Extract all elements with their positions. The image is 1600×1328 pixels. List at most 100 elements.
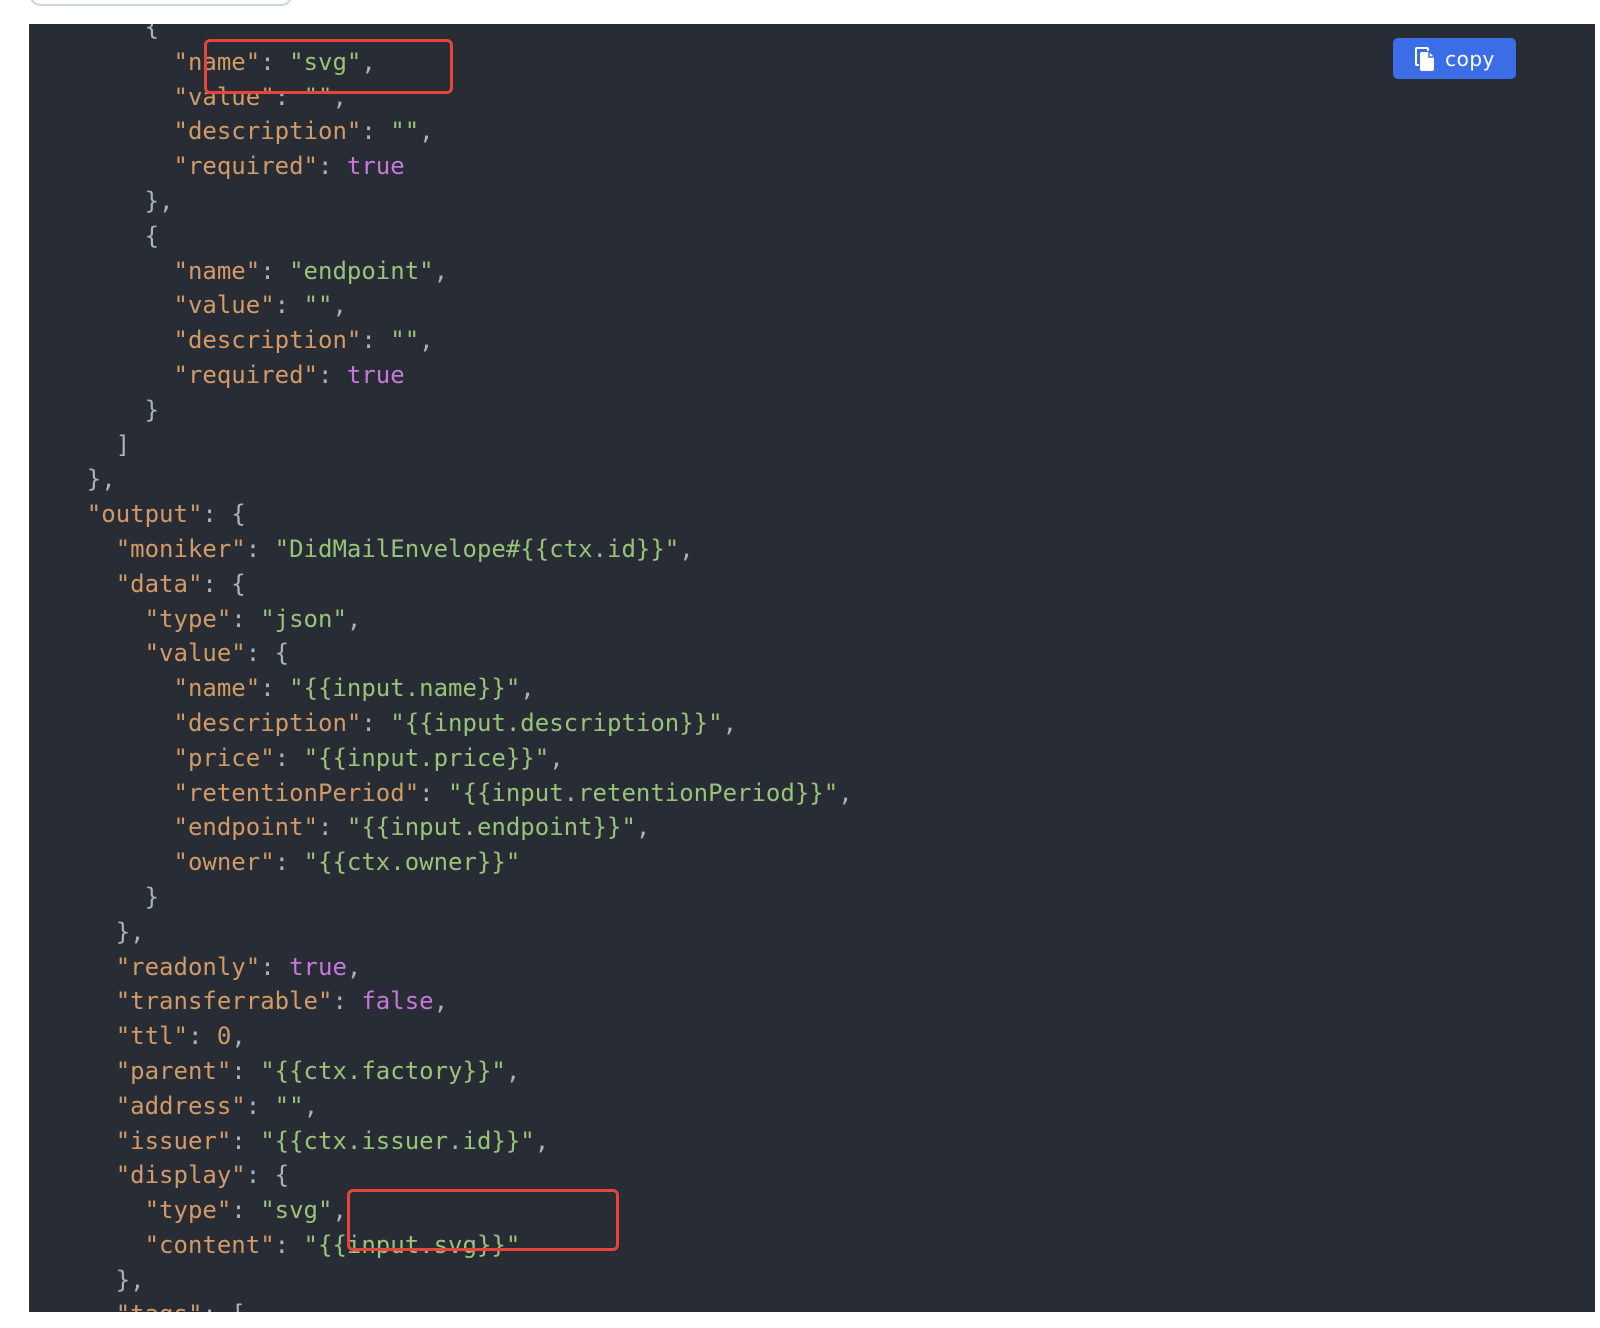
code-line: "ttl": 0, <box>29 1019 853 1054</box>
json-punctuation <box>29 326 174 354</box>
json-string: "" <box>303 82 333 111</box>
code-line: { <box>29 219 853 254</box>
json-code-block: { "name": "svg", "value": "", "descripti… <box>29 24 853 1312</box>
code-line: ] <box>29 428 853 463</box>
code-line: "type": "json", <box>29 602 853 637</box>
code-line: "price": "{{input.price}}", <box>29 741 853 776</box>
json-punctuation: { <box>29 24 160 41</box>
code-line: } <box>29 880 853 915</box>
json-punctuation: : <box>332 987 362 1016</box>
json-punctuation: , <box>635 813 651 842</box>
json-punctuation: , <box>549 743 564 772</box>
json-key: "name" <box>173 674 261 703</box>
json-punctuation: , <box>332 82 347 111</box>
json-punctuation: , <box>332 1196 347 1225</box>
json-punctuation: , <box>520 674 535 703</box>
json-punctuation: : <box>419 778 449 807</box>
json-key: "description" <box>173 326 362 355</box>
code-line: "parent": "{{ctx.factory}}", <box>29 1054 853 1089</box>
json-punctuation: , <box>838 778 853 807</box>
json-string: "svg" <box>260 1196 333 1225</box>
json-key: "required" <box>173 360 319 389</box>
json-punctuation <box>29 570 116 598</box>
json-punctuation: , <box>433 987 449 1016</box>
json-string: "{{input.endpoint}}" <box>346 813 636 842</box>
json-punctuation <box>29 674 174 702</box>
json-string: "svg" <box>289 47 362 76</box>
json-punctuation <box>29 1092 116 1120</box>
json-punctuation: : <box>361 326 391 355</box>
json-number: 0 <box>216 1022 232 1051</box>
json-punctuation <box>29 987 116 1015</box>
code-line: } <box>29 393 853 428</box>
json-punctuation: : <box>260 47 290 76</box>
json-string: "" <box>303 291 333 320</box>
json-punctuation: : <box>231 1056 261 1085</box>
json-punctuation: : <box>318 360 347 389</box>
json-punctuation <box>29 1057 116 1085</box>
json-punctuation <box>29 48 174 76</box>
code-line: "transferrable": false, <box>29 984 853 1019</box>
code-line: "type": "svg", <box>29 1193 853 1228</box>
json-key: "value" <box>173 291 275 320</box>
json-key: "type" <box>144 604 232 633</box>
json-punctuation: : <box>361 117 391 146</box>
code-line: }, <box>29 915 853 950</box>
json-punctuation <box>29 1127 116 1155</box>
json-boolean: false <box>361 987 434 1016</box>
json-punctuation <box>29 709 174 737</box>
json-punctuation: : <box>318 813 347 842</box>
json-punctuation: } <box>29 395 160 424</box>
json-key: "data" <box>115 569 203 598</box>
json-punctuation: : <box>274 848 304 877</box>
json-key: "readonly" <box>115 952 261 981</box>
json-punctuation: : <box>260 674 290 703</box>
json-key: "description" <box>173 708 362 737</box>
json-punctuation: : <box>274 82 304 111</box>
code-line: "endpoint": "{{input.endpoint}}", <box>29 810 853 845</box>
json-key: "retentionPeriod" <box>173 778 420 807</box>
json-punctuation: : <box>274 291 304 320</box>
json-key: "display" <box>115 1161 246 1190</box>
code-line: }, <box>29 462 853 497</box>
json-punctuation: , <box>361 47 376 76</box>
code-line: "name": "svg", <box>29 45 853 80</box>
json-punctuation <box>29 117 174 145</box>
json-punctuation: , <box>346 952 362 981</box>
json-punctuation: : { <box>202 569 246 598</box>
json-punctuation: : [ <box>202 1300 245 1312</box>
json-key: "transferrable" <box>115 987 333 1016</box>
json-boolean: true <box>346 360 405 389</box>
code-line: "display": { <box>29 1158 853 1193</box>
json-string: "{{input.price}}" <box>303 743 550 772</box>
json-punctuation <box>29 1022 116 1050</box>
code-line: "moniker": "DidMailEnvelope#{{ctx.id}}", <box>29 532 853 567</box>
json-string: "{{ctx.owner}}" <box>303 848 521 877</box>
code-line: "required": true <box>29 358 853 393</box>
json-punctuation: } <box>29 882 160 911</box>
copy-button[interactable]: copy <box>1393 38 1516 79</box>
code-line: }, <box>29 1263 853 1298</box>
json-punctuation <box>29 813 174 841</box>
json-key: "type" <box>144 1196 232 1225</box>
code-line: "owner": "{{ctx.owner}}" <box>29 845 853 880</box>
json-key: "address" <box>115 1091 246 1120</box>
json-punctuation <box>29 744 174 772</box>
json-punctuation <box>29 500 87 528</box>
json-punctuation: : { <box>245 639 290 668</box>
json-punctuation: : <box>231 604 261 633</box>
json-punctuation: : <box>274 1230 304 1259</box>
json-punctuation <box>29 152 174 180</box>
json-key: "name" <box>173 256 261 285</box>
json-punctuation: }, <box>29 465 116 494</box>
json-punctuation: , <box>332 291 347 320</box>
json-key: "tags" <box>116 1300 203 1312</box>
json-punctuation: : { <box>245 1161 290 1190</box>
json-punctuation <box>29 1196 145 1224</box>
code-line: "value": { <box>29 636 853 671</box>
json-punctuation <box>29 848 174 876</box>
json-punctuation <box>29 535 116 563</box>
code-panel: { "name": "svg", "value": "", "descripti… <box>29 24 1595 1312</box>
json-punctuation: , <box>346 604 362 633</box>
json-punctuation: , <box>433 256 449 285</box>
